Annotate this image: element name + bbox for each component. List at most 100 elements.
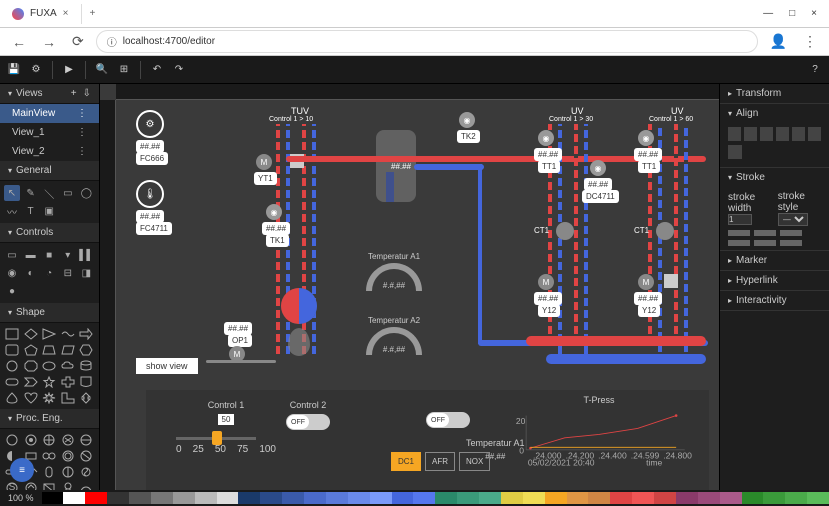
gauge-fc666[interactable]: ⚙ ##.## FC666 <box>136 110 164 138</box>
minimize-icon[interactable]: — <box>763 8 773 19</box>
indicator-icon[interactable]: ◉ <box>638 130 654 146</box>
stroke-style-select[interactable]: — <box>778 213 808 226</box>
color-swatch[interactable] <box>370 492 392 504</box>
undo-button[interactable]: ↶ <box>147 60 167 80</box>
view-item-view2[interactable]: View_2 ⋮ <box>0 142 99 161</box>
ellipse-tool[interactable]: ◯ <box>78 185 94 201</box>
view-menu-icon[interactable]: ⋮ <box>77 108 87 119</box>
shape-rect[interactable] <box>4 327 20 341</box>
zoom-level[interactable]: 100 % <box>0 493 42 503</box>
slider-control[interactable]: ⊟ <box>60 265 76 281</box>
proc-vessel[interactable] <box>60 449 76 463</box>
tab-close-icon[interactable]: × <box>63 8 69 19</box>
gauge-temperatur-a2[interactable]: Temperatur A2 #.#,## <box>366 316 422 356</box>
transform-header[interactable]: ▸ Transform <box>720 84 829 103</box>
zoom-button[interactable]: 🔍 <box>92 60 112 80</box>
shape-parallelogram[interactable] <box>60 343 76 357</box>
switch-control[interactable]: ◨ <box>78 265 94 281</box>
shape-header[interactable]: ▾ Shape <box>0 303 99 323</box>
shape-heart[interactable] <box>23 391 39 405</box>
color-swatch[interactable] <box>129 492 151 504</box>
settings-button[interactable]: ⚙ <box>26 60 46 80</box>
color-swatch[interactable] <box>42 492 64 504</box>
color-swatch[interactable] <box>217 492 239 504</box>
color-swatch[interactable] <box>326 492 348 504</box>
controls-header[interactable]: ▾ Controls <box>0 223 99 243</box>
view-menu-icon[interactable]: ⋮ <box>77 146 87 157</box>
stroke-sample[interactable] <box>780 240 802 246</box>
shape-cloud[interactable] <box>60 359 76 373</box>
shape-arrow[interactable] <box>78 327 94 341</box>
browser-tab[interactable]: FUXA × <box>0 4 82 24</box>
tag-btn-afr[interactable]: AFR <box>425 452 455 471</box>
shape-diamond[interactable] <box>23 327 39 341</box>
shape-star[interactable] <box>41 375 57 389</box>
shape-circle[interactable] <box>4 359 20 373</box>
view-item-view1[interactable]: View_1 ⋮ <box>0 123 99 142</box>
color-swatch[interactable] <box>457 492 479 504</box>
color-swatch[interactable] <box>238 492 260 504</box>
close-window-icon[interactable]: × <box>811 8 817 19</box>
temp-indicator[interactable] <box>281 288 317 324</box>
color-swatch[interactable] <box>85 492 107 504</box>
trend-chart[interactable]: T-Press 20 0 .24.000 .24.200 .24.400 .2 <box>494 395 704 480</box>
align-center[interactable] <box>744 127 757 141</box>
color-swatch[interactable] <box>348 492 370 504</box>
color-swatch[interactable] <box>523 492 545 504</box>
pipe[interactable] <box>674 124 678 334</box>
pipe[interactable] <box>206 360 276 363</box>
fab-menu-button[interactable]: ≡ <box>10 458 34 482</box>
menu-icon[interactable]: ⋮ <box>799 31 821 52</box>
gauge-fc4711[interactable]: 🌡 ##.## FC4711 <box>136 180 164 208</box>
button-control[interactable]: ■ <box>41 247 57 263</box>
help-button[interactable]: ? <box>805 60 825 80</box>
shape-burst[interactable] <box>41 391 57 405</box>
general-header[interactable]: ▾ General <box>0 161 99 181</box>
color-swatch[interactable] <box>107 492 129 504</box>
rect-tool[interactable]: ▭ <box>60 185 76 201</box>
image-tool[interactable]: ▣ <box>41 203 57 219</box>
color-swatch[interactable] <box>676 492 698 504</box>
proc-compressor[interactable] <box>78 433 94 447</box>
tag-btn-dc1[interactable]: DC1 <box>391 452 421 471</box>
color-swatch[interactable] <box>413 492 435 504</box>
color-swatch[interactable] <box>567 492 589 504</box>
shape-pentagon[interactable] <box>23 343 39 357</box>
bar-control[interactable]: ◐ <box>23 265 39 281</box>
slider-track[interactable] <box>176 437 256 440</box>
input-control[interactable]: ▭ <box>4 247 20 263</box>
valve-icon[interactable] <box>664 274 678 288</box>
shape-trapezoid[interactable] <box>41 343 57 357</box>
align-header[interactable]: ▾ Align <box>720 104 829 123</box>
color-swatch[interactable] <box>173 492 195 504</box>
pipe-control[interactable]: ◔ <box>41 265 57 281</box>
stroke-sample[interactable] <box>780 230 802 236</box>
play-button[interactable]: ▶ <box>59 60 79 80</box>
shape-pill[interactable] <box>4 375 20 389</box>
proc-indicator[interactable] <box>23 481 39 490</box>
shape-ellipse[interactable] <box>41 359 57 373</box>
pipe[interactable] <box>574 124 578 334</box>
color-swatch[interactable] <box>742 492 764 504</box>
color-swatch[interactable] <box>282 492 304 504</box>
color-swatch[interactable] <box>63 492 85 504</box>
shape-cylinder[interactable] <box>78 359 94 373</box>
color-swatch[interactable] <box>785 492 807 504</box>
interactivity-header[interactable]: ▸ Interactivity <box>720 291 829 310</box>
color-swatch[interactable] <box>545 492 567 504</box>
select-control[interactable]: ▾ <box>60 247 76 263</box>
add-view-button[interactable]: + <box>71 88 77 99</box>
pipe[interactable] <box>546 354 706 364</box>
redo-button[interactable]: ↷ <box>169 60 189 80</box>
import-view-button[interactable]: ⇩ <box>83 88 91 99</box>
output-control[interactable]: ▬ <box>23 247 39 263</box>
color-swatch[interactable] <box>763 492 785 504</box>
progress-control[interactable]: ● <box>4 283 20 299</box>
toggle-switch[interactable]: OFF <box>426 412 470 428</box>
hyperlink-header[interactable]: ▸ Hyperlink <box>720 271 829 290</box>
url-input[interactable]: ⓘ localhost:4700/editor <box>96 30 758 53</box>
stroke-sample[interactable] <box>754 240 776 246</box>
indicator-icon[interactable]: ◉ <box>538 130 554 146</box>
toggle-switch[interactable]: OFF <box>286 414 330 430</box>
marker-header[interactable]: ▸ Marker <box>720 251 829 270</box>
